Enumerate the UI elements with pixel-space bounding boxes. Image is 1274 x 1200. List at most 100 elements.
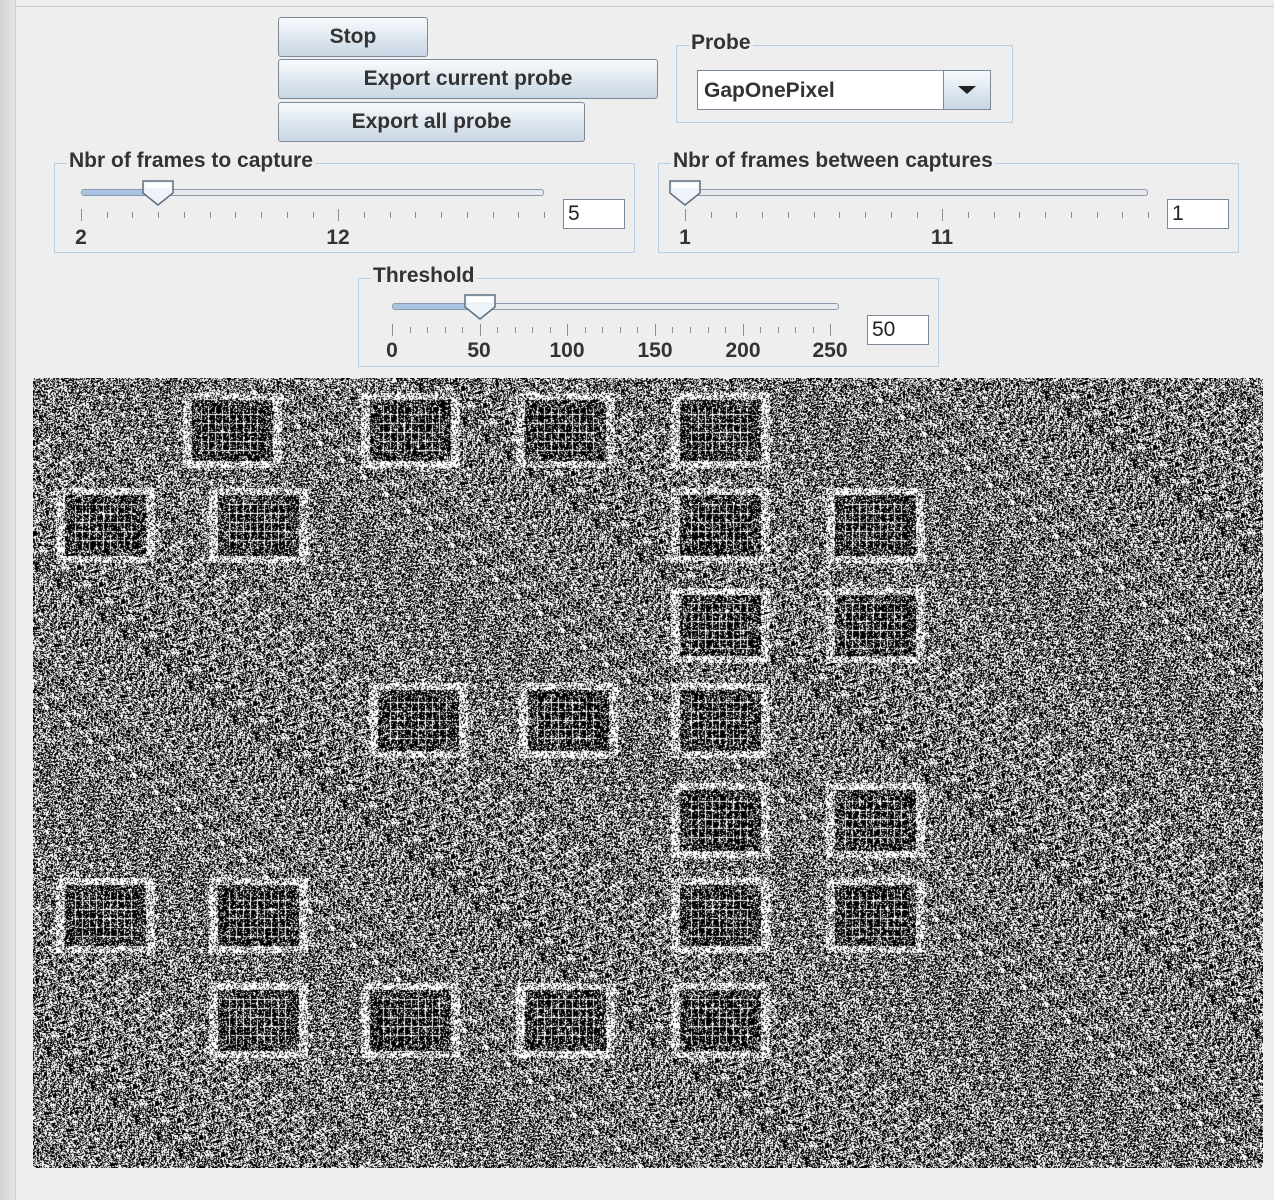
slider-tick xyxy=(993,212,995,218)
frames-to-capture-tick-label-12: 12 xyxy=(326,226,350,249)
slider-tick xyxy=(736,212,738,218)
slider-tick xyxy=(338,209,340,221)
slider-tick xyxy=(532,327,534,333)
frames-to-capture-ticks xyxy=(81,209,545,223)
slider-tick xyxy=(462,327,464,333)
slider-tick xyxy=(865,212,867,218)
slider-tick xyxy=(1122,212,1124,218)
frames-between-captures-slider-thumb[interactable] xyxy=(668,179,702,207)
slider-tick xyxy=(514,327,516,333)
slider-tick xyxy=(492,212,494,218)
slider-tick xyxy=(942,209,944,221)
slider-tick xyxy=(106,212,108,218)
frames-to-capture-field[interactable] xyxy=(563,199,625,229)
slider-tick xyxy=(427,327,429,333)
slider-tick xyxy=(890,212,892,218)
slider-tick xyxy=(795,327,797,333)
slider-tick xyxy=(466,212,468,218)
slider-tick xyxy=(261,212,263,218)
threshold-track[interactable] xyxy=(392,303,839,310)
frames-to-capture-slider-thumb[interactable] xyxy=(141,179,175,207)
slider-tick xyxy=(389,212,391,218)
frames-between-captures-tick-label-1: 1 xyxy=(679,226,691,249)
slider-tick xyxy=(762,212,764,218)
frames-between-captures-field[interactable] xyxy=(1167,199,1229,229)
slider-tick xyxy=(235,212,237,218)
threshold-tick-label-250: 250 xyxy=(812,339,848,362)
slider-tick xyxy=(830,324,832,336)
slider-tick xyxy=(312,212,314,218)
frames-between-captures-label: Nbr of frames between captures xyxy=(671,149,995,173)
slider-tick xyxy=(1070,212,1072,218)
slider-tick xyxy=(415,212,417,218)
probe-select-value: GapOnePixel xyxy=(704,79,835,102)
probe-group: Probe GapOnePixel xyxy=(676,31,1013,123)
threshold-field[interactable] xyxy=(867,315,929,345)
slider-tick xyxy=(813,212,815,218)
export-current-probe-button[interactable]: Export current probe xyxy=(278,59,658,99)
threshold-tick-label-0: 0 xyxy=(386,339,398,362)
slider-tick xyxy=(725,327,727,333)
window-left-edge xyxy=(0,0,16,1200)
slider-tick xyxy=(967,212,969,218)
export-all-probe-button[interactable]: Export all probe xyxy=(278,102,585,142)
frames-between-captures-group: Nbr of frames between captures 1 11 xyxy=(658,149,1239,253)
slider-tick xyxy=(777,327,779,333)
slider-tick xyxy=(916,212,918,218)
threshold-slider-thumb[interactable] xyxy=(463,293,497,321)
slider-tick xyxy=(710,212,712,218)
stop-button[interactable]: Stop xyxy=(278,17,428,57)
slider-tick xyxy=(839,212,841,218)
frames-to-capture-tick-label-2: 2 xyxy=(75,226,87,249)
slider-tick xyxy=(812,327,814,333)
frames-between-captures-track[interactable] xyxy=(685,189,1148,196)
threshold-tick-label-200: 200 xyxy=(725,339,761,362)
slider-tick xyxy=(690,327,691,333)
slider-tick xyxy=(286,212,288,218)
slider-tick xyxy=(441,212,443,218)
slider-tick xyxy=(654,324,656,336)
slider-tick xyxy=(685,209,686,221)
slider-tick xyxy=(707,327,709,333)
slider-tick xyxy=(497,327,499,333)
slider-tick xyxy=(637,327,639,333)
slider-tick xyxy=(602,327,604,333)
slider-tick xyxy=(1045,212,1047,218)
slider-tick xyxy=(787,212,789,218)
slider-tick xyxy=(81,209,82,221)
chevron-down-icon[interactable] xyxy=(943,71,990,109)
slider-tick xyxy=(567,324,569,336)
slider-tick xyxy=(444,327,446,333)
threshold-tick-label-100: 100 xyxy=(549,339,585,362)
slider-tick xyxy=(518,212,520,218)
slider-tick xyxy=(409,327,411,333)
slider-tick xyxy=(544,212,545,218)
slider-tick xyxy=(1148,212,1149,218)
slider-tick xyxy=(1096,212,1098,218)
slider-tick xyxy=(183,212,185,218)
threshold-tick-label-150: 150 xyxy=(637,339,673,362)
slider-tick xyxy=(742,324,744,336)
slider-tick xyxy=(363,212,365,218)
probe-select[interactable]: GapOnePixel xyxy=(697,70,991,110)
probe-group-label: Probe xyxy=(689,31,753,55)
frames-to-capture-group: Nbr of frames to capture 2 12 xyxy=(54,149,635,253)
threshold-label: Threshold xyxy=(371,264,477,288)
threshold-tick-label-50: 50 xyxy=(467,339,491,362)
slider-tick xyxy=(619,327,621,333)
top-divider xyxy=(15,6,1274,7)
slider-tick xyxy=(392,324,393,336)
slider-tick xyxy=(584,327,586,333)
slider-tick xyxy=(549,327,551,333)
slider-tick xyxy=(209,212,211,218)
frames-to-capture-label: Nbr of frames to capture xyxy=(67,149,315,173)
threshold-group: Threshold 0 50 100 150 200 250 xyxy=(358,264,939,367)
slider-tick xyxy=(132,212,134,218)
slider-tick xyxy=(158,212,160,218)
slider-tick xyxy=(672,327,674,333)
slider-tick xyxy=(1019,212,1021,218)
slider-tick xyxy=(479,324,481,336)
slider-tick xyxy=(760,327,762,333)
frames-between-captures-ticks xyxy=(685,209,1149,223)
frames-between-captures-tick-label-11: 11 xyxy=(930,226,954,249)
